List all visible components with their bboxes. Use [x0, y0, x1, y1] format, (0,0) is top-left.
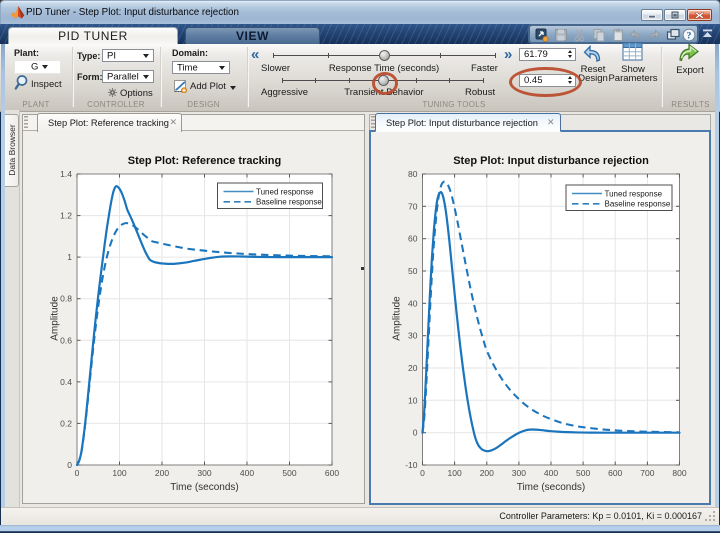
svg-text:Tuned response: Tuned response	[605, 189, 663, 198]
svg-text:70: 70	[408, 201, 418, 211]
svg-text:80: 80	[408, 169, 418, 179]
svg-text:0: 0	[413, 428, 418, 438]
svg-text:20: 20	[408, 363, 418, 373]
svg-text:700: 700	[640, 468, 654, 478]
svg-text:30: 30	[408, 331, 418, 341]
svg-text:800: 800	[672, 468, 686, 478]
svg-text:400: 400	[544, 468, 558, 478]
svg-text:200: 200	[480, 468, 494, 478]
svg-text:40: 40	[408, 298, 418, 308]
svg-text:-10: -10	[405, 460, 418, 470]
svg-text:300: 300	[512, 468, 526, 478]
svg-text:600: 600	[608, 468, 622, 478]
svg-text:0: 0	[420, 468, 425, 478]
svg-text:60: 60	[408, 234, 418, 244]
svg-text:50: 50	[408, 266, 418, 276]
svg-text:500: 500	[576, 468, 590, 478]
svg-text:10: 10	[408, 395, 418, 405]
svg-text:100: 100	[448, 468, 462, 478]
svg-text:Baseline response: Baseline response	[605, 200, 671, 209]
